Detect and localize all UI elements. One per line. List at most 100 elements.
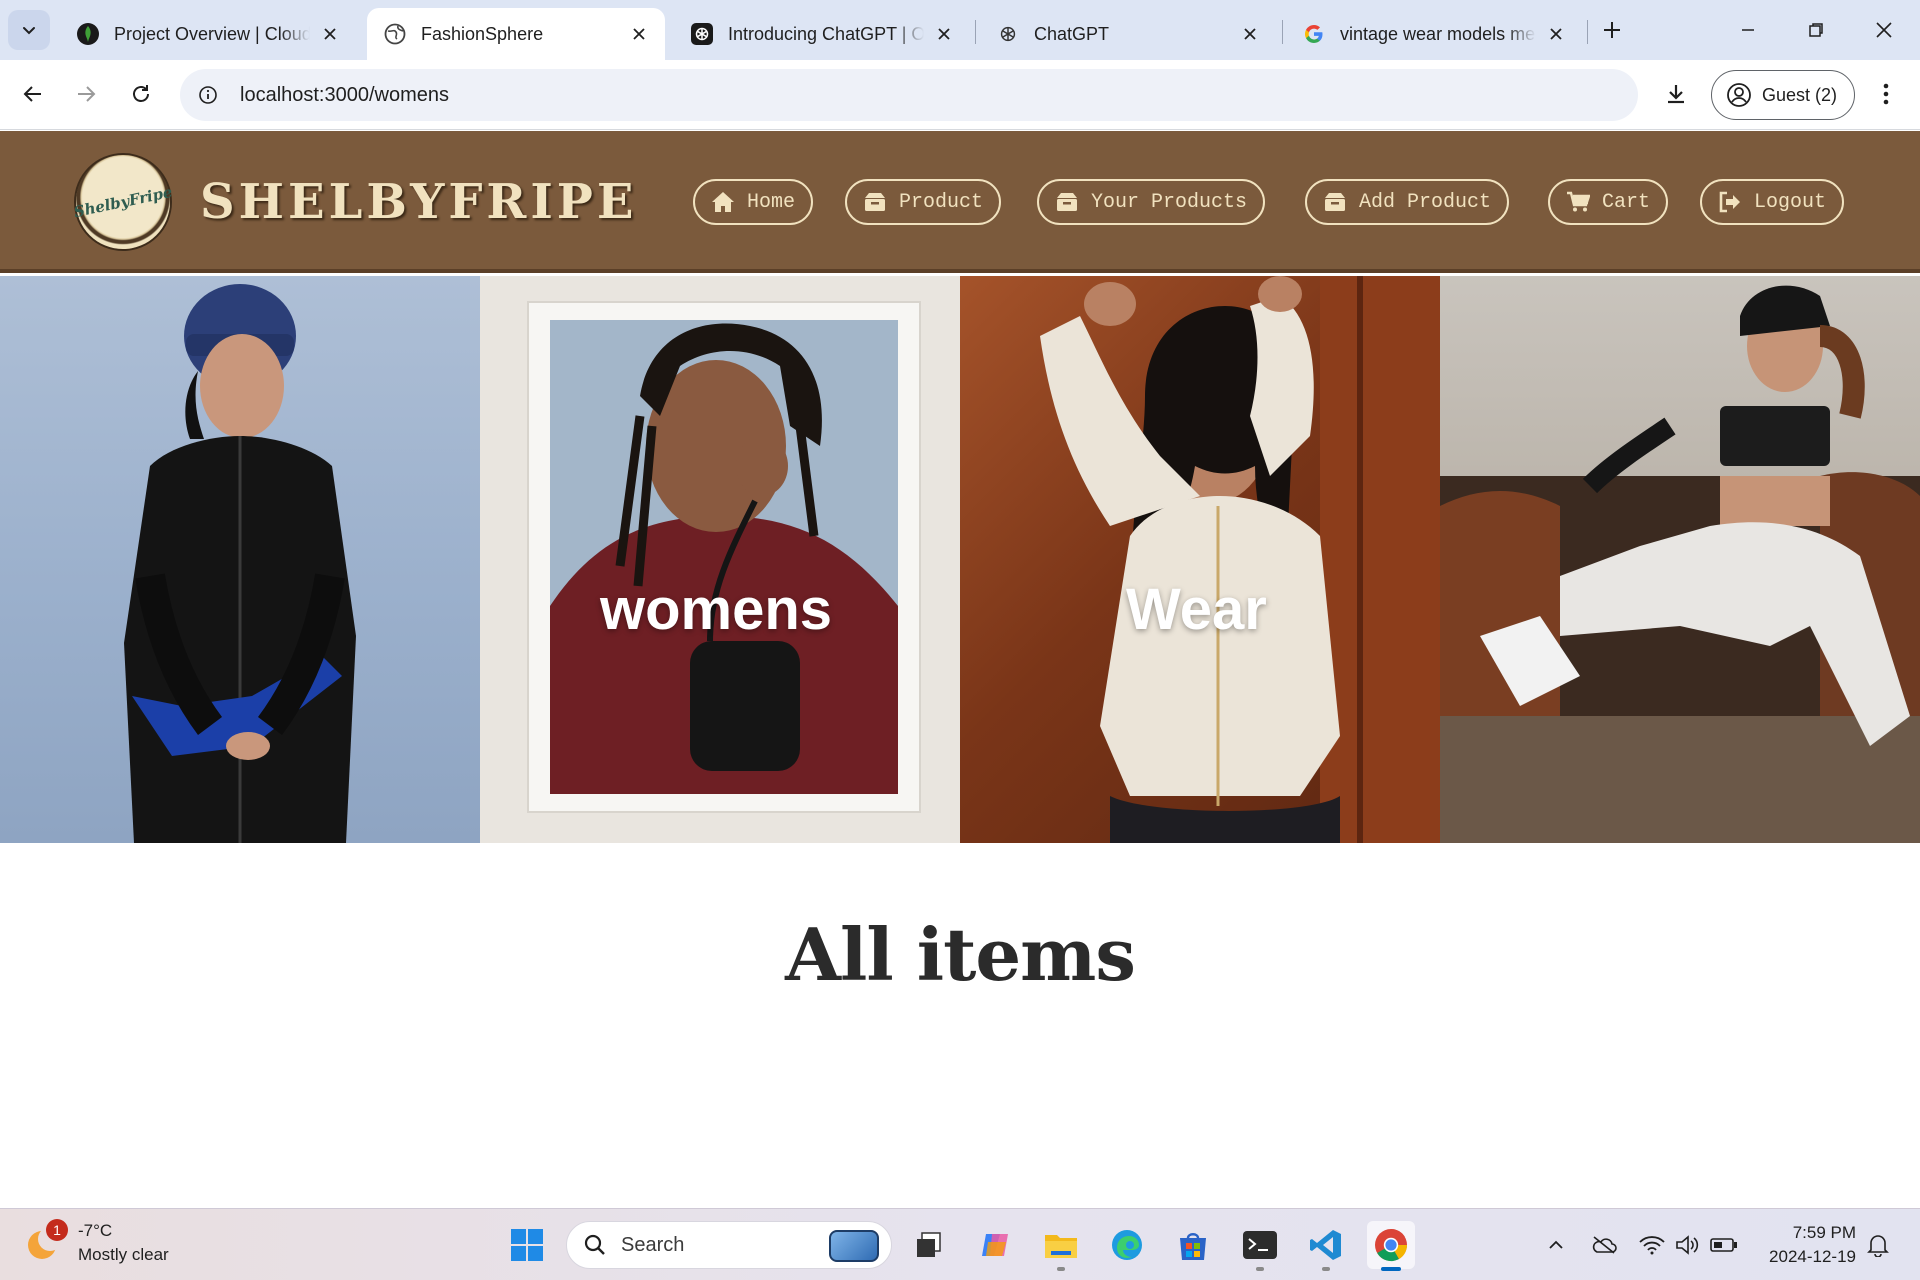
close-icon[interactable]	[627, 22, 651, 46]
running-indicator	[1057, 1267, 1065, 1271]
weather-widget[interactable]: 1 -7°C Mostly clear	[24, 1219, 169, 1267]
chrome-icon	[1375, 1229, 1408, 1262]
weather-description: Mostly clear	[78, 1245, 169, 1264]
weather-temperature: -7°C	[78, 1221, 113, 1240]
browser-tab-introducing-chatgpt[interactable]: Introducing ChatGPT | Op	[674, 8, 970, 60]
close-icon[interactable]	[1238, 22, 1262, 46]
close-icon[interactable]	[318, 22, 342, 46]
bell-icon	[1867, 1235, 1889, 1257]
logo-text: ShelbyFripe	[72, 182, 174, 222]
store-button[interactable]	[1169, 1221, 1217, 1269]
browser-tab-chatgpt[interactable]: ChatGPT	[980, 8, 1276, 60]
restore-button[interactable]	[1792, 10, 1840, 50]
tab-title: ChatGPT	[1034, 23, 1110, 44]
task-view-button[interactable]	[905, 1221, 953, 1269]
brand-logo[interactable]: ShelbyFripe	[72, 155, 174, 249]
close-icon[interactable]	[932, 22, 956, 46]
store-icon	[1180, 1233, 1206, 1260]
url-text: localhost:3000/womens	[240, 83, 450, 106]
openai-icon	[996, 22, 1020, 46]
battery-button[interactable]	[1708, 1229, 1740, 1261]
taskbar-search[interactable]: Search	[566, 1221, 892, 1269]
plus-icon	[1604, 22, 1620, 38]
tab-title: Project Overview | Cloud	[114, 23, 310, 44]
profile-button[interactable]: Guest (2)	[1711, 70, 1855, 120]
clock-date: 2024-12-19	[1769, 1247, 1856, 1266]
close-icon[interactable]	[1544, 22, 1568, 46]
browser-tab-vintage-wear[interactable]: vintage wear models men	[1286, 8, 1582, 60]
nav-home-button[interactable]: Home	[693, 179, 814, 225]
address-bar[interactable]: localhost:3000/womens	[180, 69, 1638, 121]
site-info-icon[interactable]	[182, 69, 234, 121]
notifications-button[interactable]	[1862, 1229, 1894, 1261]
terminal-button[interactable]	[1236, 1221, 1284, 1271]
network-button[interactable]	[1636, 1229, 1668, 1261]
nav-cart-button[interactable]: Cart	[1548, 179, 1669, 225]
close-window-button[interactable]	[1860, 10, 1908, 50]
cloud-off-icon	[1592, 1236, 1617, 1254]
browser-menu-button[interactable]	[1868, 74, 1904, 114]
taskbar-search-label: Search	[621, 1233, 685, 1256]
download-icon	[1668, 85, 1684, 104]
tab-separator	[1587, 20, 1588, 44]
nav-product-button[interactable]: Product	[845, 179, 1002, 225]
chrome-button[interactable]	[1367, 1221, 1415, 1271]
profile-label: Guest (2)	[1762, 84, 1838, 105]
wifi-icon	[1639, 1236, 1665, 1255]
arrow-left-icon	[23, 86, 41, 102]
page-title: All items	[785, 912, 1136, 997]
forward-button[interactable]	[66, 74, 106, 114]
box-icon	[1055, 191, 1079, 213]
new-tab-button[interactable]	[1596, 14, 1628, 46]
search-icon	[584, 1234, 605, 1255]
nav-your-products-button[interactable]: Your Products	[1037, 179, 1266, 225]
edge-button[interactable]	[1103, 1221, 1151, 1269]
back-button[interactable]	[13, 74, 53, 114]
arrow-right-icon	[78, 86, 96, 102]
browser-tab-project-overview[interactable]: Project Overview | Cloud	[60, 8, 356, 60]
copilot-icon	[982, 1234, 1008, 1256]
clock-time: 7:59 PM	[1792, 1223, 1856, 1242]
minimize-icon	[1742, 29, 1754, 31]
running-indicator	[1322, 1267, 1330, 1271]
chevron-down-icon	[23, 27, 35, 35]
tab-title: FashionSphere	[421, 23, 544, 44]
running-indicator	[1256, 1267, 1264, 1271]
browser-tab-fashionsphere[interactable]: FashionSphere	[367, 8, 665, 60]
volume-button[interactable]	[1672, 1229, 1704, 1261]
tab-separator	[1282, 20, 1283, 44]
reload-button[interactable]	[121, 74, 161, 114]
show-hidden-icons-button[interactable]	[1540, 1229, 1572, 1261]
battery-icon	[1710, 1238, 1737, 1252]
nav-label: Home	[747, 190, 796, 214]
tab-search-button[interactable]	[8, 10, 50, 50]
chevron-up-icon	[1549, 1240, 1563, 1249]
nav-label: Logout	[1754, 190, 1827, 214]
cart-icon	[1566, 191, 1590, 213]
brand-name[interactable]: SHELBYFRIPE	[200, 174, 637, 230]
weather-notification-badge: 1	[46, 1219, 68, 1241]
file-explorer-button[interactable]	[1037, 1221, 1085, 1271]
start-button[interactable]	[503, 1221, 551, 1269]
onedrive-tray-button[interactable]	[1588, 1229, 1620, 1261]
copilot-button[interactable]	[971, 1221, 1019, 1269]
clock[interactable]: 7:59 PM 2024-12-19	[1752, 1221, 1856, 1269]
hero-image-model-joggers	[1440, 276, 1920, 843]
nav-add-product-button[interactable]: Add Product	[1305, 179, 1510, 225]
folder-icon	[1045, 1235, 1077, 1258]
terminal-icon	[1243, 1231, 1277, 1259]
hero-image-model-black-jacket	[0, 276, 480, 843]
browser-toolbar: localhost:3000/womens Guest (2)	[0, 60, 1920, 130]
hero-word-wear: Wear	[1126, 577, 1267, 642]
vscode-button[interactable]	[1302, 1221, 1350, 1271]
minimize-button[interactable]	[1724, 10, 1772, 50]
box-icon	[1323, 191, 1347, 213]
edge-icon	[1112, 1230, 1142, 1260]
nav-logout-button[interactable]: Logout	[1700, 179, 1845, 225]
box-icon	[863, 191, 887, 213]
site-header: ShelbyFripe SHELBYFRIPE Home Product You…	[0, 131, 1920, 273]
openai-icon	[690, 22, 714, 46]
globe-icon	[383, 22, 407, 46]
downloads-button[interactable]	[1656, 74, 1696, 114]
google-icon	[1302, 22, 1326, 46]
